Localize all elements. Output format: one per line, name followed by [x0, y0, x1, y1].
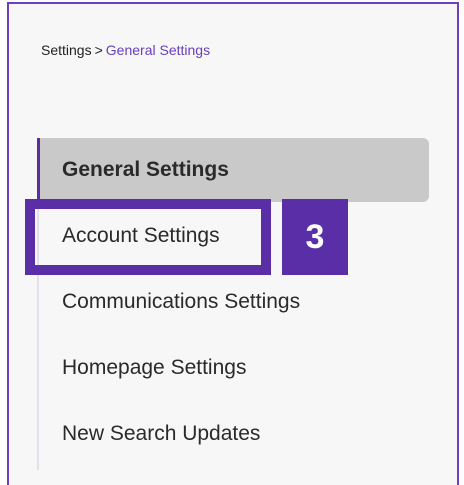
nav-item-homepage-settings[interactable]: Homepage Settings — [40, 336, 246, 400]
breadcrumb-current[interactable]: General Settings — [106, 42, 210, 58]
nav-item-new-search-updates[interactable]: New Search Updates — [40, 402, 260, 466]
nav-item-general-settings[interactable]: General Settings — [40, 138, 429, 202]
breadcrumb-separator: > — [94, 42, 103, 58]
settings-panel: Settings > General Settings General Settin… — [7, 2, 459, 485]
breadcrumb-root[interactable]: Settings — [41, 42, 92, 58]
settings-nav: General Settings Account Settings Commun… — [37, 138, 429, 470]
breadcrumb: Settings > General Settings — [41, 42, 210, 58]
nav-item-communications-settings[interactable]: Communications Settings — [40, 270, 300, 334]
nav-item-account-settings[interactable]: Account Settings — [40, 204, 220, 268]
annotation-step-badge: 3 — [282, 199, 348, 275]
nav-rail — [37, 202, 39, 470]
